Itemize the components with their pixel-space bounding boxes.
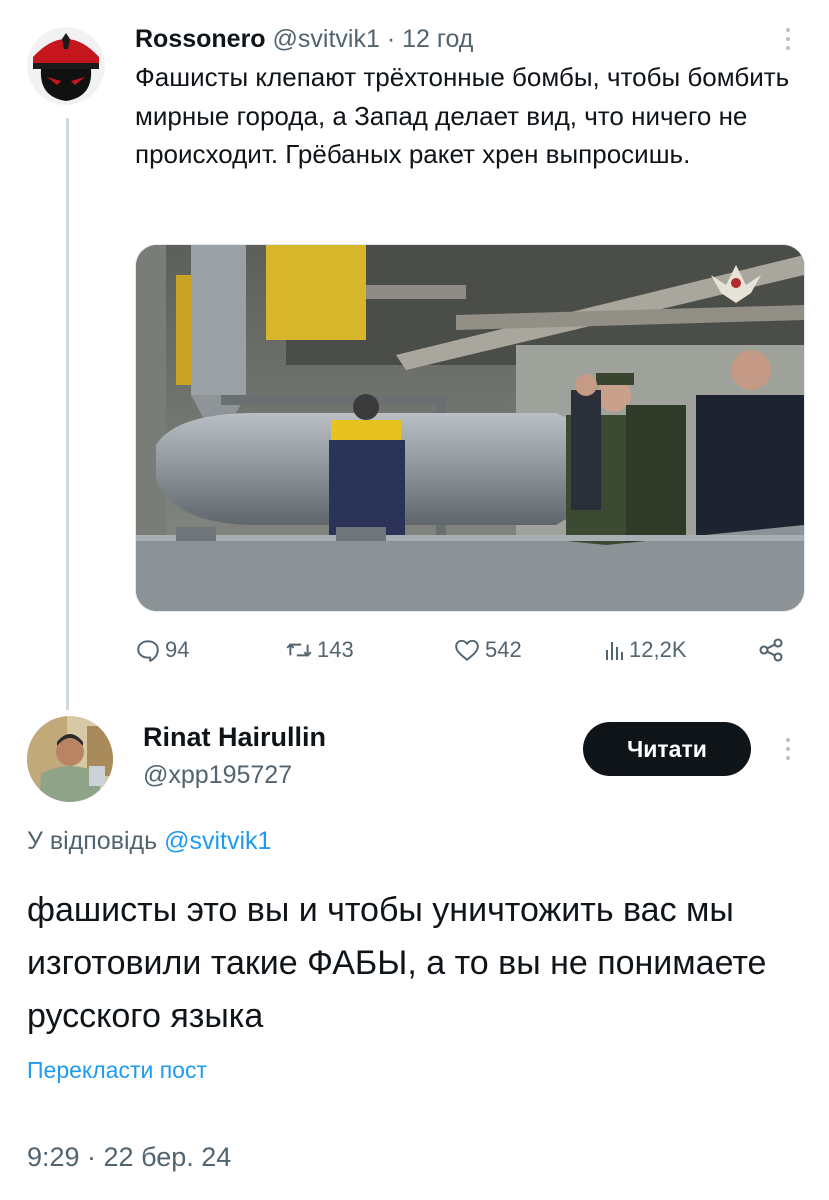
reply-to-handle[interactable]: @svitvik1	[164, 827, 271, 855]
avatar[interactable]	[27, 27, 105, 105]
repost-action[interactable]: 143	[285, 632, 354, 668]
reply-text: фашисты это вы и чтобы уничтожить вас мы…	[27, 891, 767, 1035]
views-action[interactable]: 12,2K	[603, 632, 687, 668]
more-icon[interactable]	[785, 738, 791, 765]
reply-to-line: У відповідь @svitvik1	[27, 824, 271, 858]
read-button[interactable]: Читати	[583, 722, 751, 776]
like-count: 542	[485, 637, 522, 662]
reply-icon	[137, 640, 159, 662]
tweet-actions: 94 143 542 12,2K	[135, 632, 803, 668]
avatar[interactable]	[27, 716, 113, 802]
reply-count: 94	[165, 637, 190, 662]
views-count: 12,2K	[629, 637, 687, 662]
translate-post-link[interactable]: Перекласти пост	[27, 1055, 207, 1085]
more-icon[interactable]	[785, 28, 791, 55]
share-action[interactable]	[757, 632, 789, 668]
share-icon	[759, 638, 783, 662]
author-handle[interactable]: @svitvik1	[273, 25, 380, 53]
tweet-time[interactable]: 12 год	[402, 25, 473, 53]
reply-to-prefix: У відповідь	[27, 827, 158, 855]
like-action[interactable]: 542	[453, 632, 522, 668]
header-separator: ·	[386, 25, 396, 53]
author-handle[interactable]: @xpp195727	[143, 758, 292, 792]
repost-count: 143	[317, 637, 354, 662]
tweet-text: Фашисты клепают трёхтонные бомбы, чтобы …	[135, 62, 790, 169]
thread-connector-line	[66, 118, 69, 710]
views-icon	[606, 642, 623, 660]
author-name[interactable]: Rossonero	[135, 25, 266, 53]
reply-action[interactable]: 94	[135, 632, 189, 668]
tweet-header: Rossonero @svitvik1 · 12 год	[135, 22, 473, 56]
repost-icon	[286, 643, 312, 657]
like-icon	[455, 639, 479, 661]
tweet-media-image[interactable]	[135, 244, 805, 612]
post-timestamp[interactable]: 9:29 · 22 бер. 24	[27, 1140, 231, 1174]
author-name[interactable]: Rinat Hairullin	[143, 720, 326, 754]
